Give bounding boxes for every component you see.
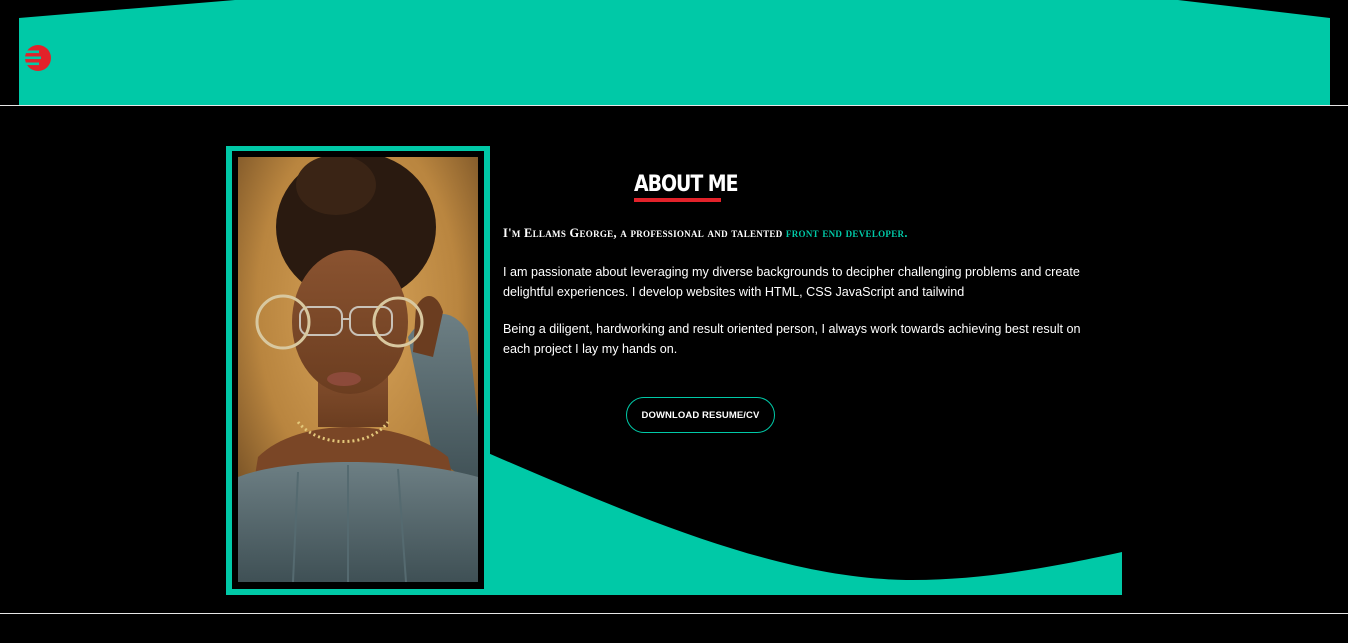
- footer-divider: [0, 613, 1348, 614]
- intro-heading: I'm Ellams George, a professional and ta…: [503, 226, 908, 241]
- about-paragraph-1: I am passionate about leveraging my dive…: [503, 265, 1080, 299]
- about-section: ABOUT ME I'm Ellams George, a profession…: [226, 146, 1122, 595]
- header-divider: [0, 105, 1348, 106]
- header-banner: [19, 0, 1330, 105]
- title-underline: [634, 198, 721, 202]
- header-banner-shape: [19, 0, 1330, 105]
- page: ABOUT ME I'm Ellams George, a profession…: [0, 0, 1348, 643]
- photo-frame: [226, 146, 490, 595]
- profile-photo: [238, 157, 478, 582]
- profile-photo-illustration: [238, 157, 478, 582]
- intro-role: front end developer.: [785, 226, 908, 240]
- photo-frame-inner: [232, 151, 484, 589]
- about-paragraph-2: Being a diligent, hardworking and result…: [503, 322, 1081, 356]
- section-title: ABOUT ME: [634, 172, 739, 197]
- logo-graphic: [24, 45, 51, 71]
- intro-prefix: I'm Ellams George, a professional and ta…: [503, 226, 786, 240]
- brand-logo-icon[interactable]: [24, 44, 52, 72]
- download-resume-button[interactable]: DOWNLOAD RESUME/CV: [626, 397, 775, 433]
